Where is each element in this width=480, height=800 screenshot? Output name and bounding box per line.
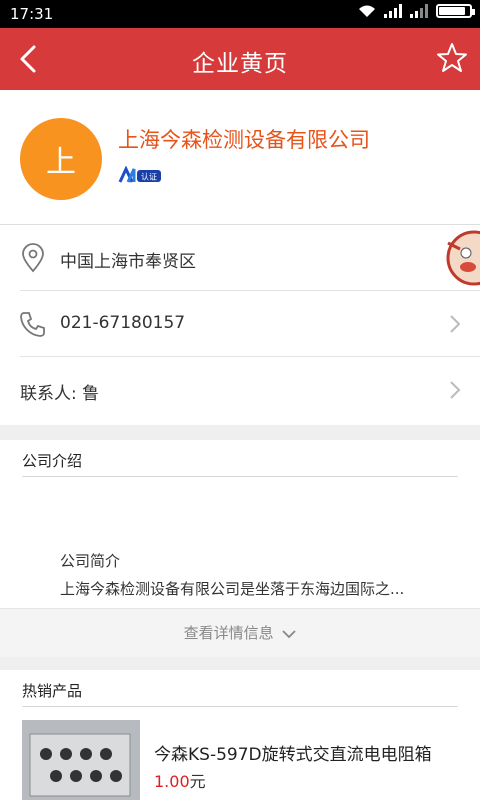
status-bar: 17:31 <box>0 0 480 28</box>
intro-description: 上海今森检测设备有限公司是坐落于东海边国际之... <box>60 580 405 598</box>
section-title: 公司介绍 <box>22 452 83 470</box>
phone-text: 021-67180157 <box>60 313 186 333</box>
product-image <box>22 720 140 800</box>
address-row[interactable]: 中国上海市奉贤区 <box>0 225 480 291</box>
view-details-button[interactable]: 查看详情信息 <box>0 608 480 657</box>
divider <box>22 476 458 477</box>
wifi-icon <box>359 5 375 17</box>
status-time: 17:31 <box>10 5 54 23</box>
chevron-right-icon <box>450 315 461 333</box>
contact-person-row[interactable]: 联系人: 鲁 <box>0 357 480 423</box>
address-text: 中国上海市奉贤区 <box>60 252 196 272</box>
battery-icon <box>436 4 475 18</box>
location-pin-icon <box>22 243 44 273</box>
price-value: 1.00 <box>154 772 190 791</box>
company-avatar: 上 <box>20 118 102 200</box>
chevron-right-icon <box>450 381 461 399</box>
page-title: 企业黄页 <box>192 51 288 77</box>
hot-products: 热销产品 今森KS-597D旋转式交直流电电阻箱 1.00元 <box>0 670 480 800</box>
favorite-star-icon[interactable] <box>436 42 468 74</box>
price-unit: 元 <box>189 772 206 791</box>
company-name: 上海今森检测设备有限公司 <box>118 128 370 152</box>
chevron-down-icon <box>282 629 297 638</box>
view-details-label: 查看详情信息 <box>183 624 274 642</box>
contact-info: 中国上海市奉贤区 021-67180157 联系人: 鲁 <box>0 225 480 425</box>
signal-icon <box>384 4 402 18</box>
contact-person-text: 联系人: 鲁 <box>20 384 100 404</box>
phone-icon <box>20 312 45 337</box>
product-name: 今森KS-597D旋转式交直流电电阻箱 <box>154 745 432 765</box>
product-price: 1.00元 <box>154 768 206 792</box>
intro-subtitle: 公司简介 <box>60 552 121 570</box>
company-card: 上 上海今森检测设备有限公司 认证 <box>0 90 480 225</box>
signal-icon-2 <box>410 4 428 18</box>
mascot-float-icon[interactable] <box>444 223 480 293</box>
cert-label: 认证 <box>141 172 157 182</box>
status-icons <box>358 4 475 18</box>
phone-row[interactable]: 021-67180157 <box>0 291 480 357</box>
certification-badge-icon: 认证 <box>118 166 161 183</box>
divider <box>22 706 458 707</box>
nav-bar: 企业黄页 <box>0 28 480 90</box>
section-title: 热销产品 <box>22 682 83 700</box>
company-intro: 公司介绍 公司简介 上海今森检测设备有限公司是坐落于东海边国际之... <box>0 440 480 608</box>
